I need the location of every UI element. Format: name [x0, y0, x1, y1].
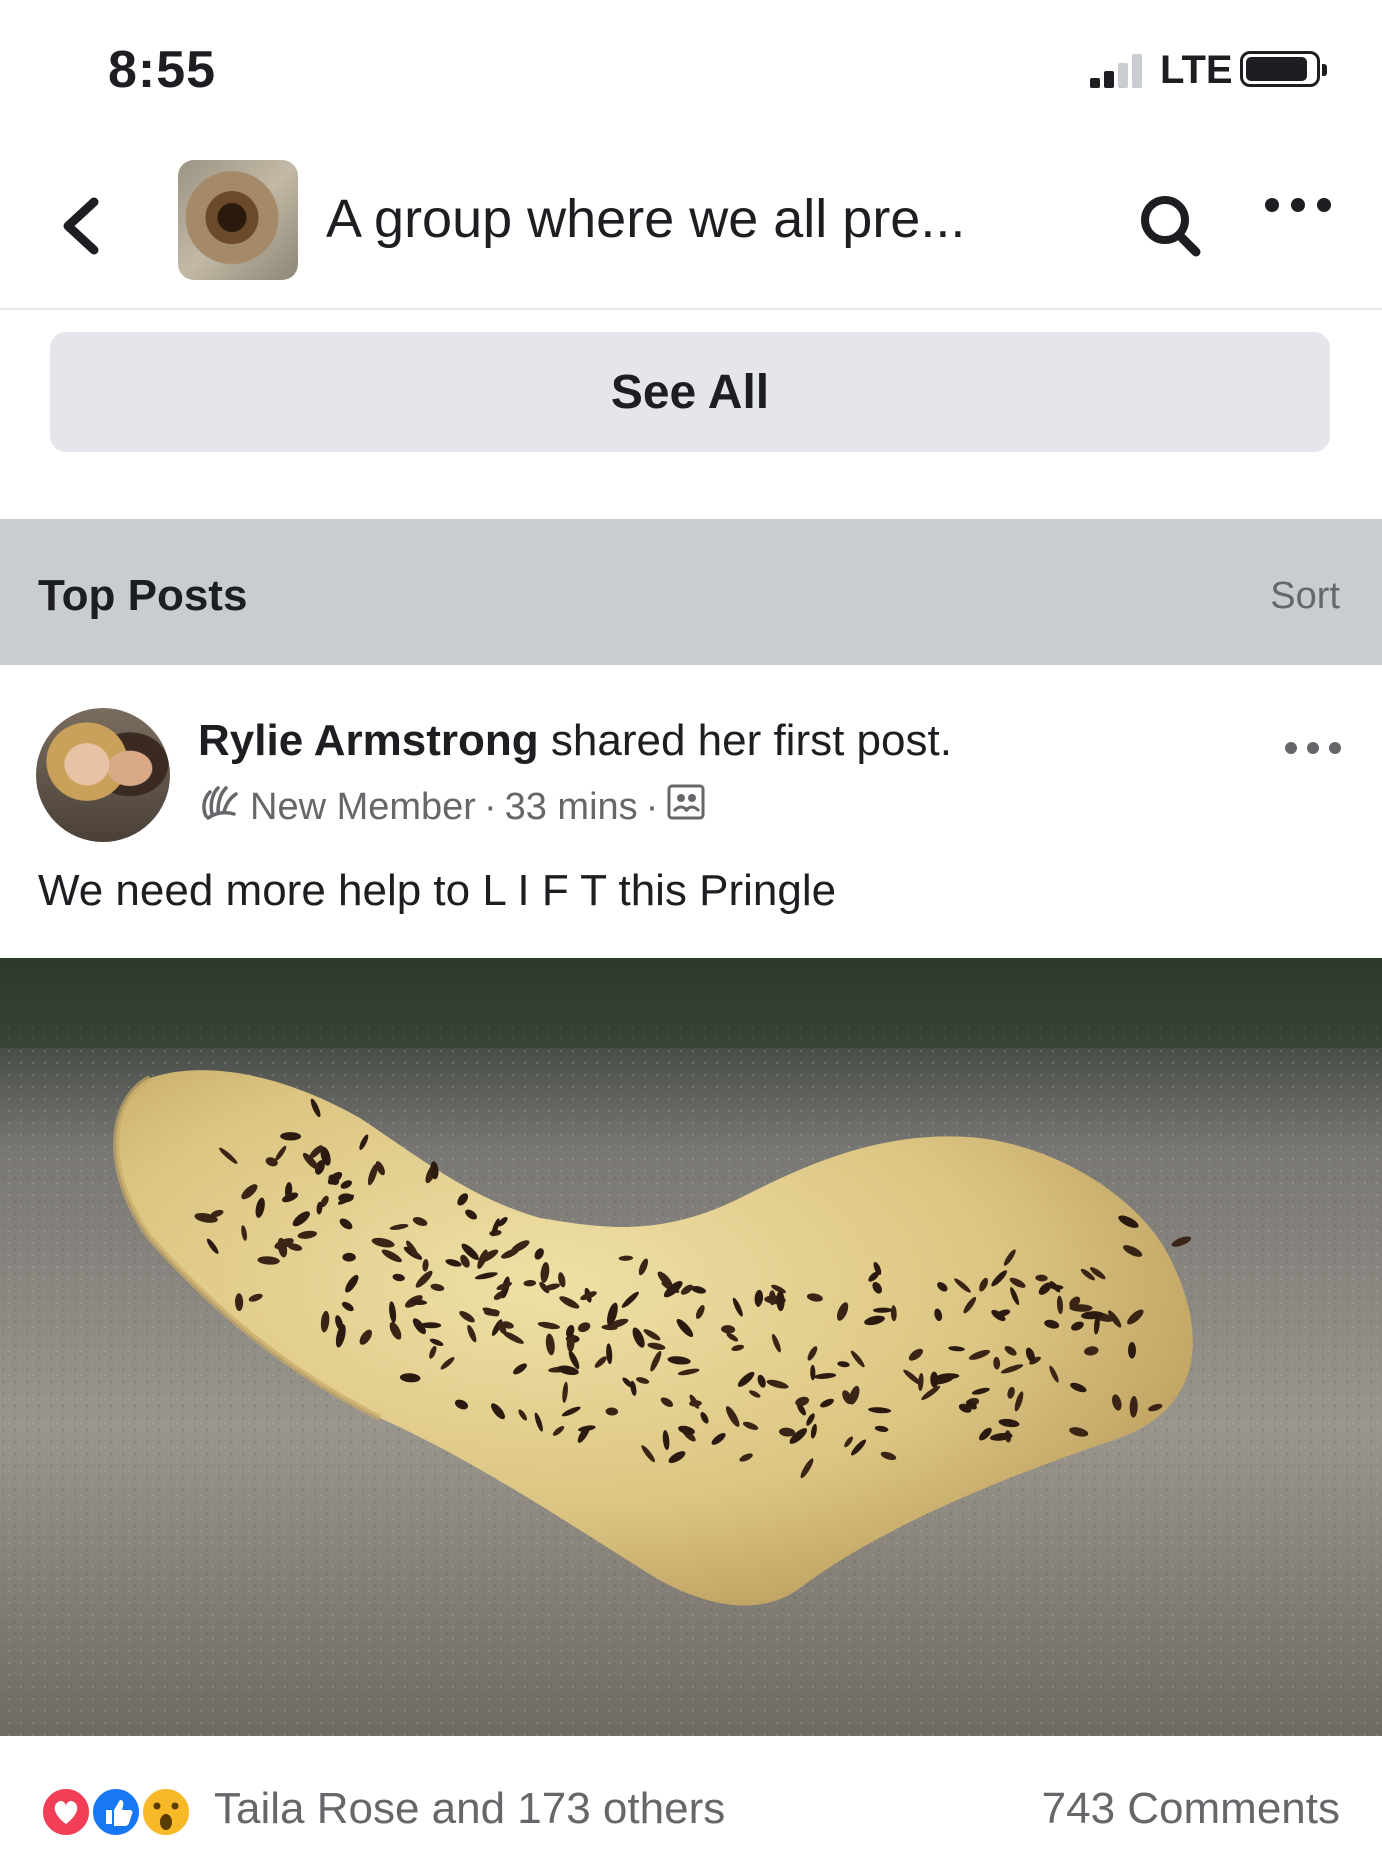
ant — [342, 1252, 356, 1262]
post-time[interactable]: 33 mins — [505, 786, 638, 829]
group-thumbnail[interactable] — [178, 160, 298, 280]
like-icon — [89, 1785, 143, 1839]
status-time: 8:55 — [108, 41, 217, 99]
section-title: Top Posts — [38, 571, 248, 620]
post-action: shared her first post. — [538, 716, 952, 765]
group-nav-bar: A group where we all pre... — [0, 140, 1382, 310]
ant — [755, 1291, 762, 1308]
post-text: We need more help to L I F T this Pringl… — [38, 866, 837, 915]
sort-button[interactable]: Sort — [1270, 575, 1340, 618]
comments-count[interactable]: 743 Comments — [1042, 1784, 1340, 1834]
wow-icon — [139, 1785, 193, 1839]
post-more-icon[interactable] — [1285, 742, 1341, 754]
post-image[interactable] — [0, 958, 1382, 1736]
battery-fill — [1246, 57, 1307, 81]
post-author[interactable]: Rylie Armstrong — [198, 716, 539, 765]
top-posts-header: Top Posts Sort — [0, 519, 1382, 665]
post-meta: New Member · 33 mins · — [198, 782, 706, 832]
reactions-bar: Taila Rose and 173 others 743 Comments — [0, 1740, 1382, 1868]
reaction-summary[interactable]: Taila Rose and 173 others — [214, 1784, 725, 1834]
battery-icon — [1240, 51, 1327, 87]
ants-on-chip-photo — [0, 958, 1382, 1736]
post-title: Rylie Armstrong shared her first post. — [198, 716, 952, 766]
ant — [1128, 1341, 1136, 1359]
member-badge: New Member — [250, 785, 476, 828]
reaction-icons[interactable] — [36, 1782, 206, 1842]
new-member-icon — [198, 782, 242, 832]
chevron-left-icon[interactable] — [50, 188, 110, 264]
group-title[interactable]: A group where we all pre... — [326, 188, 965, 250]
signal-icon — [1090, 52, 1148, 88]
carrier-label: LTE — [1160, 48, 1233, 92]
meta-separator: · — [483, 785, 497, 828]
post-header: Rylie Armstrong shared her first post. N… — [0, 690, 1382, 860]
search-icon[interactable] — [1130, 186, 1210, 266]
more-horizontal-icon[interactable] — [1265, 198, 1345, 248]
avatar[interactable] — [36, 708, 170, 842]
see-all-button[interactable]: See All — [50, 332, 1330, 452]
meta-separator: · — [645, 785, 659, 828]
group-icon — [666, 783, 706, 831]
love-icon — [39, 1785, 93, 1839]
status-bar: 8:55 LTE — [0, 0, 1382, 140]
